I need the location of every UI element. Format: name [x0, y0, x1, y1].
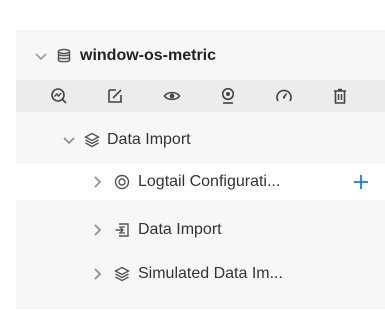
- edit-icon[interactable]: [106, 87, 124, 105]
- project-tree-panel: window-os-metric Data Import Logtail Con…: [16, 30, 385, 309]
- tree-group-label: Data Import: [107, 131, 191, 148]
- target-icon: [114, 174, 130, 190]
- chevron-right-icon[interactable]: [90, 223, 104, 237]
- tree-group-data-import[interactable]: Data Import: [16, 126, 385, 154]
- import-icon: [114, 222, 130, 238]
- chevron-right-icon[interactable]: [90, 267, 104, 281]
- tree-item-data-import[interactable]: Data Import: [16, 216, 385, 244]
- chevron-down-icon[interactable]: [34, 49, 48, 63]
- tree-item-simulated-data-import[interactable]: Simulated Data Im...: [16, 260, 385, 288]
- chevron-down-icon[interactable]: [62, 133, 76, 147]
- location-pin-icon[interactable]: [219, 87, 237, 105]
- tree-item-logtail-configuration[interactable]: Logtail Configurati...: [16, 164, 385, 200]
- plus-icon[interactable]: [351, 172, 371, 192]
- layers-icon: [84, 132, 100, 148]
- project-name: window-os-metric: [80, 47, 217, 64]
- tree-item-label: Logtail Configurati...: [138, 173, 281, 190]
- tree-item-label: Data Import: [138, 221, 222, 238]
- project-toolbar: [16, 80, 385, 112]
- layers-icon: [114, 266, 130, 282]
- database-icon: [56, 48, 72, 64]
- search-query-icon[interactable]: [50, 87, 68, 105]
- eye-icon[interactable]: [163, 87, 181, 105]
- chevron-right-icon[interactable]: [90, 175, 104, 189]
- delete-icon[interactable]: [331, 87, 349, 105]
- tree-item-label: Simulated Data Im...: [138, 265, 283, 282]
- dashboard-gauge-icon[interactable]: [275, 87, 293, 105]
- project-header[interactable]: window-os-metric: [16, 42, 385, 70]
